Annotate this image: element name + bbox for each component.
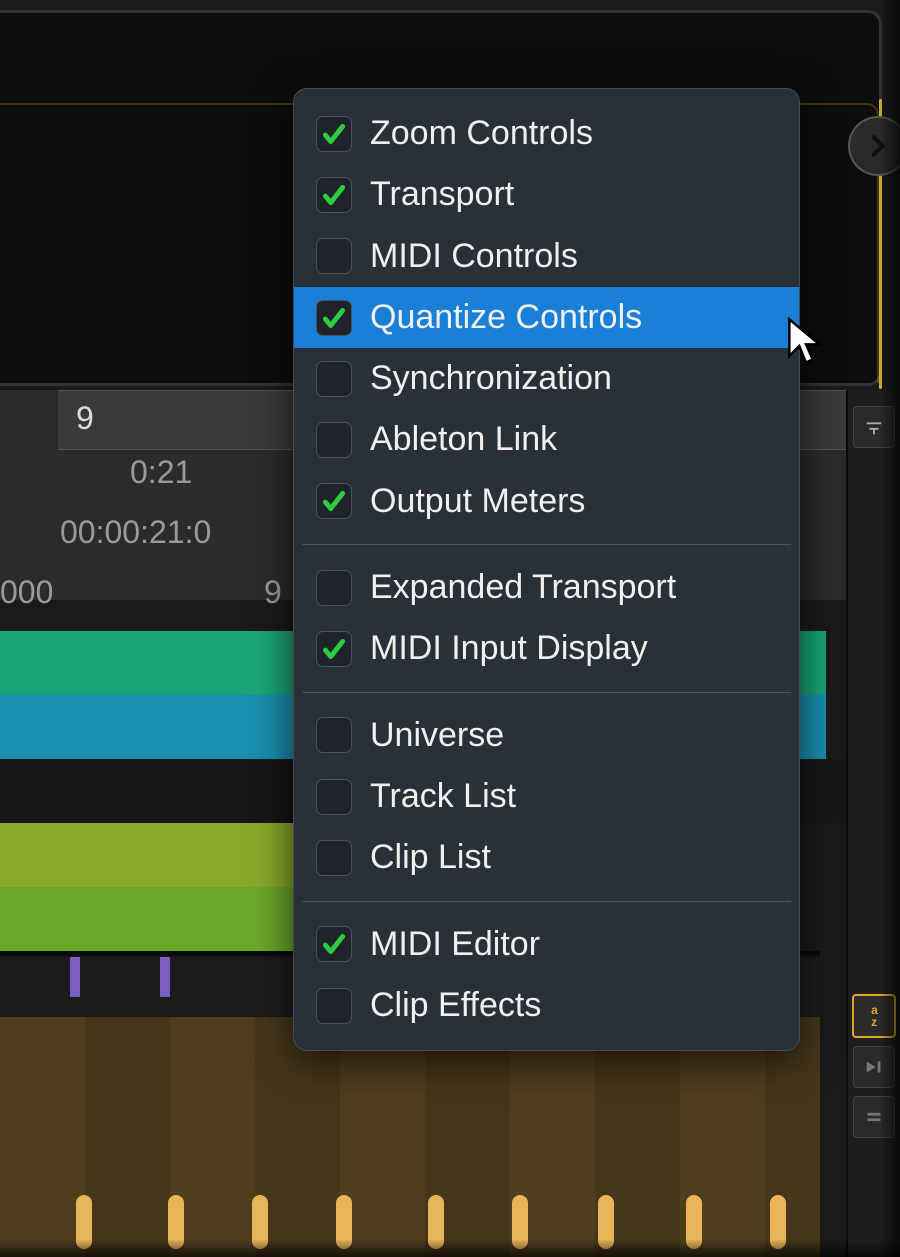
- menu-item-label: MIDI Input Display: [370, 624, 648, 673]
- toolbar-round-button[interactable]: [848, 116, 900, 176]
- menu-item-label: Clip List: [370, 833, 491, 882]
- checkbox-icon: [316, 238, 352, 274]
- bar-number: 9: [76, 400, 94, 437]
- menu-item[interactable]: Ableton Link: [294, 409, 799, 470]
- side-button-az[interactable]: az: [852, 994, 896, 1038]
- midi-note[interactable]: [686, 1195, 702, 1249]
- checkbox-icon: [316, 779, 352, 815]
- track-stripe[interactable]: [0, 823, 300, 887]
- midi-note[interactable]: [168, 1195, 184, 1249]
- menu-item-label: Synchronization: [370, 354, 612, 403]
- list-lines-icon: [863, 1106, 885, 1128]
- forward-icon: [863, 1056, 885, 1078]
- menu-item-label: Universe: [370, 711, 504, 760]
- checkbox-icon: [316, 116, 352, 152]
- menu-item-label: Zoom Controls: [370, 109, 593, 158]
- marker[interactable]: [160, 957, 170, 997]
- checkbox-icon: [316, 483, 352, 519]
- track-stripe[interactable]: [0, 887, 300, 951]
- checkbox-icon: [316, 361, 352, 397]
- checkbox-icon: [316, 631, 352, 667]
- side-button-next[interactable]: [853, 1046, 895, 1088]
- menu-separator: [302, 901, 791, 902]
- menu-item-label: Track List: [370, 772, 516, 821]
- menu-item-label: Expanded Transport: [370, 563, 676, 612]
- menu-item-label: Quantize Controls: [370, 293, 642, 342]
- menu-item[interactable]: Zoom Controls: [294, 103, 799, 164]
- menu-item[interactable]: Output Meters: [294, 471, 799, 532]
- az-icon: az: [871, 1004, 877, 1028]
- menu-item[interactable]: Universe: [294, 705, 799, 766]
- cursor-icon: [786, 316, 826, 366]
- menu-item[interactable]: MIDI Editor: [294, 914, 799, 975]
- right-side-strip: az: [846, 390, 900, 1257]
- chevron-right-icon: [865, 133, 891, 159]
- midi-note[interactable]: [770, 1195, 786, 1249]
- midi-note[interactable]: [428, 1195, 444, 1249]
- side-button-collapse[interactable]: [853, 406, 895, 448]
- view-options-menu[interactable]: Zoom Controls Transport MIDI Controls Quant…: [293, 88, 800, 1051]
- checkbox-icon: [316, 422, 352, 458]
- menu-separator: [302, 544, 791, 545]
- menu-item-label: MIDI Editor: [370, 920, 540, 969]
- checkbox-icon: [316, 840, 352, 876]
- menu-item[interactable]: Track List: [294, 766, 799, 827]
- checkbox-icon: [316, 717, 352, 753]
- menu-item[interactable]: Synchronization: [294, 348, 799, 409]
- menu-item[interactable]: MIDI Input Display: [294, 618, 799, 679]
- checkbox-icon: [316, 570, 352, 606]
- menu-item[interactable]: MIDI Controls: [294, 226, 799, 287]
- marker[interactable]: [70, 957, 80, 997]
- checkbox-icon: [316, 926, 352, 962]
- midi-note[interactable]: [512, 1195, 528, 1249]
- menu-separator: [302, 692, 791, 693]
- midi-note[interactable]: [598, 1195, 614, 1249]
- samples-right: 9: [264, 574, 282, 611]
- midi-note[interactable]: [252, 1195, 268, 1249]
- checkbox-icon: [316, 988, 352, 1024]
- menu-item-label: Transport: [370, 170, 514, 219]
- menu-item-label: Output Meters: [370, 477, 585, 526]
- side-button-list[interactable]: [853, 1096, 895, 1138]
- midi-note[interactable]: [336, 1195, 352, 1249]
- menu-item[interactable]: Clip List: [294, 827, 799, 888]
- menu-item-label: Clip Effects: [370, 981, 541, 1030]
- checkbox-icon: [316, 177, 352, 213]
- samples-left: 000: [0, 574, 53, 611]
- menu-item[interactable]: Expanded Transport: [294, 557, 799, 618]
- time-mmss: 0:21: [130, 454, 192, 491]
- menu-item[interactable]: Quantize Controls: [294, 287, 799, 348]
- midi-note[interactable]: [76, 1195, 92, 1249]
- app-window: 9 0:21 00:00:21:0 000 9 az: [0, 0, 900, 1257]
- menu-item[interactable]: Transport: [294, 164, 799, 225]
- menu-item-label: MIDI Controls: [370, 232, 578, 281]
- checkbox-icon: [316, 300, 352, 336]
- time-smpte: 00:00:21:0: [60, 514, 211, 551]
- arrow-down-icon: [863, 416, 885, 438]
- menu-item-label: Ableton Link: [370, 415, 557, 464]
- menu-item[interactable]: Clip Effects: [294, 975, 799, 1036]
